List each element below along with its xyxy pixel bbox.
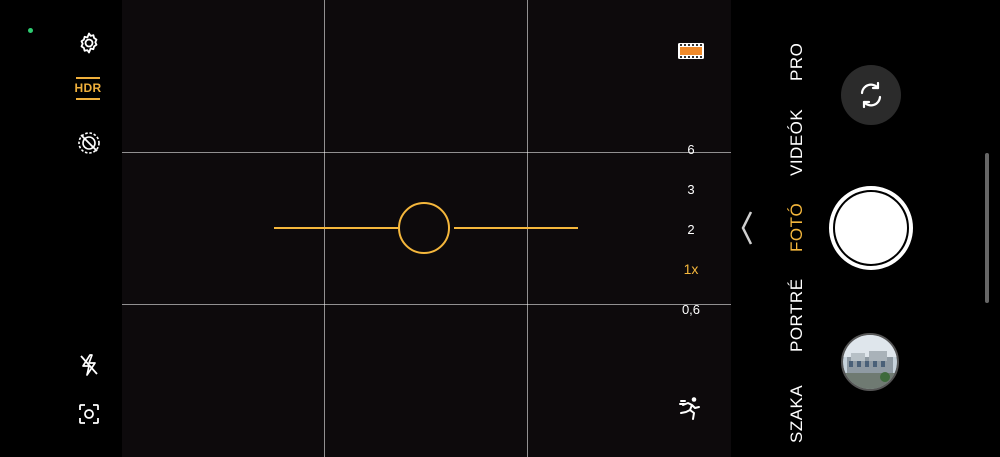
scrollbar[interactable] [985,153,989,303]
mode-videok[interactable]: VIDEÓK [787,109,807,176]
zoom-1x[interactable]: 1x [673,261,709,277]
zoom-2[interactable]: 2 [673,222,709,237]
left-toolbar: HDR [0,0,122,457]
zoom-0-6[interactable]: 0,6 [673,302,709,317]
level-line-left [274,227,398,229]
hdr-toggle[interactable]: HDR [73,77,103,100]
hdr-label: HDR [74,81,102,95]
mode-pro[interactable]: PRO [787,43,807,81]
shutter-button[interactable] [829,186,913,270]
gallery-thumbnail[interactable] [841,333,899,391]
mode-portre[interactable]: PORTRÉ [787,278,807,352]
status-dot [28,28,33,33]
shutter-inner [835,192,907,264]
film-filter-icon[interactable] [677,42,705,60]
hdr-bar-top [76,77,100,79]
camera-flip-button[interactable] [841,65,901,125]
zoom-3[interactable]: 3 [673,182,709,197]
running-person-icon[interactable] [677,395,703,421]
zoom-6[interactable]: 6 [673,142,709,157]
flash-off-icon[interactable] [74,350,104,380]
hdr-bar-bottom [76,98,100,100]
ai-scene-off-icon[interactable] [74,128,104,158]
mode-szaka[interactable]: SZAKA [787,385,807,443]
grid-line-horizontal-1 [122,152,731,153]
camera-flip-icon [860,81,882,109]
chevron-left-icon[interactable] [740,210,754,255]
grid-line-horizontal-2 [122,304,731,305]
mode-foto[interactable]: FOTÓ [787,203,807,252]
focus-ring [398,202,450,254]
focus-scan-icon[interactable] [74,399,104,429]
gear-icon[interactable] [74,28,104,58]
camera-viewfinder[interactable]: 6 3 2 1x 0,6 [122,0,731,457]
level-line-right [454,227,578,229]
